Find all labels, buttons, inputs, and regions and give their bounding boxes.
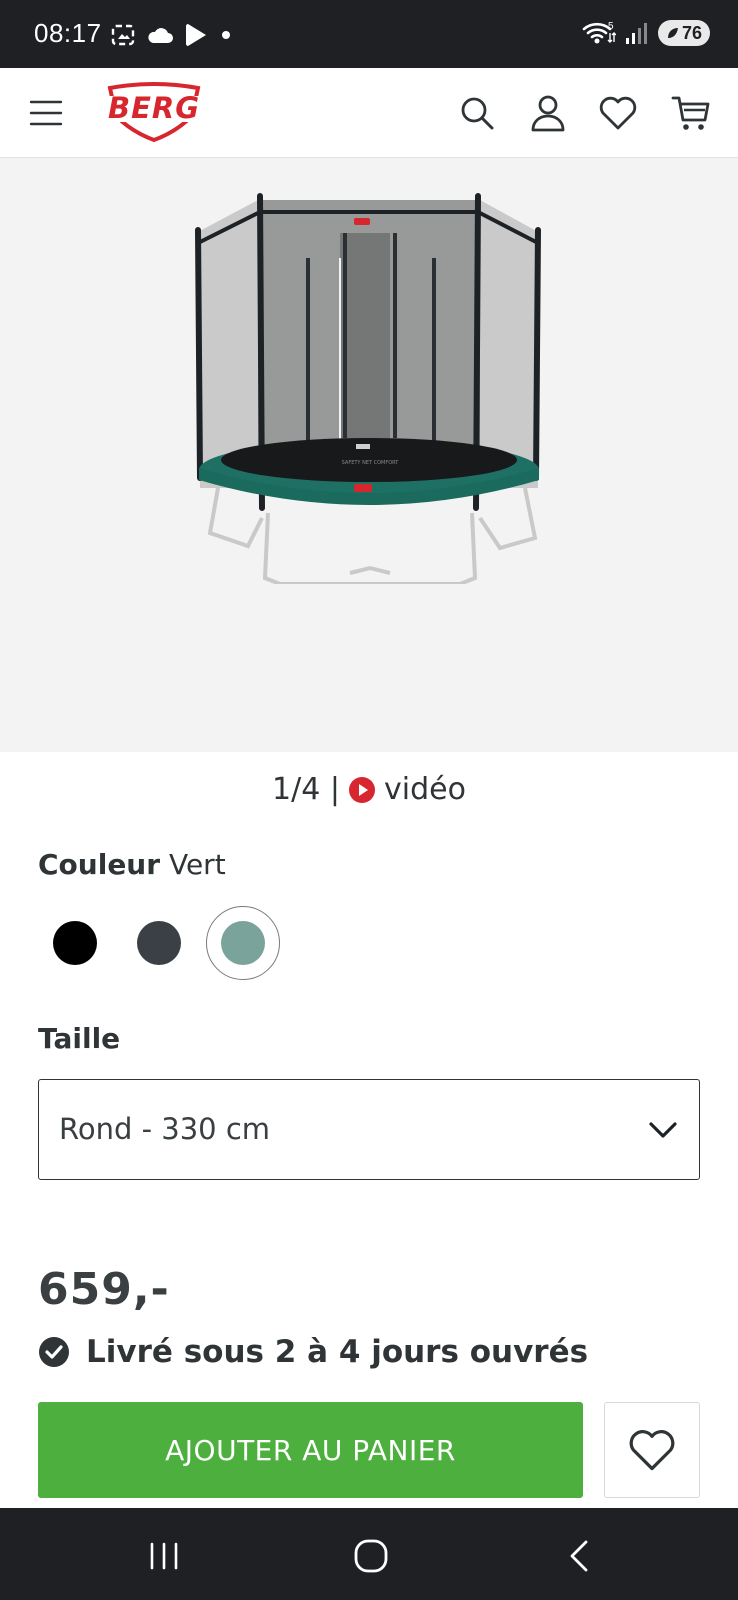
account-icon[interactable]: [527, 92, 569, 134]
size-label: Taille: [38, 1022, 121, 1055]
site-header: BERG: [0, 68, 738, 158]
back-icon[interactable]: [560, 1536, 600, 1576]
svg-text:BERG: BERG: [108, 91, 200, 125]
status-right-icons: 5 76: [582, 20, 710, 46]
color-swatch-grey[interactable]: [137, 921, 181, 965]
color-swatch-black[interactable]: [53, 921, 97, 965]
product-price: 659,-: [38, 1264, 170, 1315]
battery-icon: 76: [658, 20, 710, 46]
recent-apps-icon[interactable]: [144, 1536, 184, 1576]
dot-icon: [222, 31, 230, 39]
delivery-text: Livré sous 2 à 4 jours ouvrés: [86, 1334, 589, 1370]
gallery-counter: 1/4 | vidéo: [0, 772, 738, 807]
size-selected-value[interactable]: Rond - 330 cm: [59, 1112, 270, 1146]
system-nav-bar: [0, 1508, 738, 1600]
video-label[interactable]: vidéo: [384, 772, 466, 807]
battery-level: 76: [681, 22, 703, 43]
home-icon[interactable]: [351, 1536, 391, 1576]
status-bar: 08:17 5 76: [0, 0, 738, 68]
signal-icon: [626, 23, 647, 44]
product-image-gallery[interactable]: SAFETY NET COMFORT: [0, 158, 738, 752]
delivery-info: Livré sous 2 à 4 jours ouvrés: [38, 1334, 588, 1370]
play-icon[interactable]: [348, 776, 376, 804]
wifi-icon: 5: [582, 21, 616, 44]
heart-icon[interactable]: [597, 92, 639, 134]
trampoline-image[interactable]: SAFETY NET COMFORT: [190, 188, 550, 584]
color-swatch-green[interactable]: [221, 921, 265, 965]
svg-text:SAFETY NET COMFORT: SAFETY NET COMFORT: [342, 460, 400, 466]
color-label-title: Couleur: [38, 848, 161, 881]
color-label: Couleur Vert: [38, 848, 226, 881]
size-select[interactable]: Rond - 330 cm: [38, 1079, 700, 1180]
screenshot-icon: [111, 24, 135, 46]
status-time: 08:17: [34, 18, 102, 48]
color-selected-value: Vert: [168, 848, 226, 881]
search-icon[interactable]: [456, 92, 498, 134]
wishlist-button[interactable]: [604, 1402, 700, 1498]
heart-icon[interactable]: [626, 1424, 678, 1476]
status-left-icons: [110, 22, 232, 48]
image-counter: 1/4 |: [272, 772, 340, 807]
add-to-cart-button[interactable]: AJOUTER AU PANIER: [38, 1402, 583, 1498]
cart-icon[interactable]: [670, 92, 712, 134]
video-link[interactable]: vidéo: [348, 772, 466, 807]
menu-icon[interactable]: [28, 96, 64, 130]
berg-logo[interactable]: BERG: [92, 82, 216, 144]
cloud-icon: [148, 28, 173, 43]
chevron-down-icon[interactable]: [645, 1112, 681, 1148]
play-store-icon: [186, 24, 206, 46]
check-circle-icon: [39, 1337, 69, 1367]
svg-text:5: 5: [608, 21, 614, 32]
